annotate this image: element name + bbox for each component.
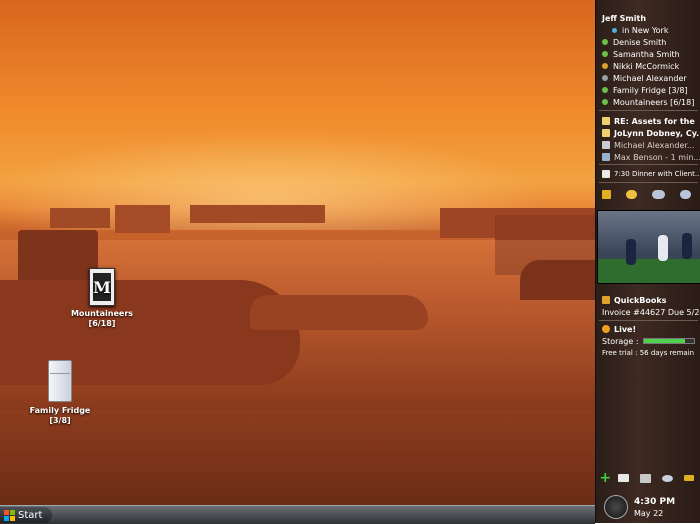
start-label: Start — [18, 510, 42, 521]
mail-item[interactable]: RE: Assets for the — [596, 115, 700, 127]
invoice-item[interactable]: Invoice #44627 Due 5/24 — [596, 306, 700, 318]
envelope-icon — [602, 117, 610, 125]
video-thumbnail[interactable] — [597, 210, 700, 284]
storage-row: Storage : — [596, 335, 700, 347]
add-icon[interactable]: + — [599, 471, 611, 485]
start-button[interactable]: Start — [0, 507, 52, 523]
fridge-icon — [48, 360, 72, 402]
contact-item[interactable]: Samantha Smith — [596, 48, 700, 60]
presence-icon — [602, 51, 608, 57]
divider — [599, 320, 698, 321]
group-chat-icon[interactable] — [652, 190, 665, 199]
presence-icon — [602, 99, 608, 105]
player-figure — [626, 239, 636, 265]
presence-icon — [602, 63, 608, 69]
football-field — [598, 259, 700, 283]
calendar-item[interactable]: 7:30 Dinner with Client... — [596, 168, 700, 180]
location-icon — [612, 28, 617, 33]
contacts-section: Jeff Smith in New York Denise Smith Sama… — [596, 12, 700, 108]
clock-icon — [604, 495, 628, 519]
distant-mesa — [190, 205, 325, 223]
mountaineers-icon: M — [89, 268, 115, 306]
player-figure — [682, 233, 692, 259]
clock-time: 4:30 PM — [634, 497, 675, 507]
mail-item[interactable]: JoLynn Dobney, Cy... — [596, 127, 700, 139]
calendar-icon — [602, 170, 610, 178]
contact-item[interactable]: Family Fridge [3/8] — [596, 84, 700, 96]
live-section: Live! Storage : Free trial : 56 days rem… — [596, 323, 700, 359]
key-icon[interactable] — [684, 475, 694, 481]
quickbooks-title[interactable]: QuickBooks — [596, 294, 700, 306]
windows-logo-icon — [4, 510, 15, 521]
desktop-icon-label: Family Fridge — [22, 406, 98, 416]
distant-mesa — [115, 205, 170, 233]
user-name[interactable]: Jeff Smith — [596, 12, 700, 24]
player-figure — [658, 235, 668, 261]
desktop-icon-label: Mountaineers — [64, 309, 140, 319]
chat-bubble-icon[interactable] — [626, 190, 637, 199]
storage-bar-fill — [644, 339, 685, 343]
desktop-icon-mountaineers[interactable]: M Mountaineers [6/18] — [64, 268, 140, 329]
presence-icon — [602, 87, 608, 93]
presence-icon — [602, 39, 608, 45]
desktop-icon-family-fridge[interactable]: Family Fridge [3/8] — [22, 360, 98, 426]
distant-mesa — [50, 208, 110, 228]
desktop-icon-sublabel: [3/8] — [22, 416, 98, 426]
presence-icon — [602, 75, 608, 81]
sidebar-toolbar: + — [596, 470, 700, 486]
quickbooks-icon — [602, 296, 610, 304]
divider — [599, 182, 698, 183]
live-icon — [602, 325, 610, 333]
contact-item[interactable]: Denise Smith — [596, 36, 700, 48]
conversation-icon[interactable] — [680, 190, 691, 199]
clock-date: May 22 — [634, 509, 663, 518]
calendar-section: 7:30 Dinner with Client... — [596, 168, 700, 180]
contact-item[interactable]: Michael Alexander — [596, 72, 700, 84]
right-shore — [520, 260, 595, 300]
letter-icon — [602, 141, 610, 149]
mail-section: RE: Assets for the JoLynn Dobney, Cy... … — [596, 115, 700, 163]
chat-icon — [602, 129, 610, 137]
taskbar: Start — [0, 505, 595, 524]
contact-item[interactable]: Nikki McCormick — [596, 60, 700, 72]
divider — [599, 110, 698, 111]
storage-bar — [643, 338, 695, 344]
eye-icon[interactable] — [662, 475, 673, 482]
live-title[interactable]: Live! — [596, 323, 700, 335]
sidebar: Jeff Smith in New York Denise Smith Sama… — [595, 0, 700, 523]
clock-widget[interactable]: 4:30 PM May 22 — [596, 491, 700, 521]
phone-icon — [602, 153, 610, 161]
divider — [599, 164, 698, 165]
contact-item[interactable]: Mountaineers [6/18] — [596, 96, 700, 108]
mail-icon[interactable] — [618, 474, 629, 482]
printer-icon[interactable] — [640, 474, 651, 483]
mail-item[interactable]: Michael Alexander... — [596, 139, 700, 151]
desktop: M Mountaineers [6/18] Family Fridge [3/8… — [0, 0, 595, 505]
user-status: in New York — [596, 24, 700, 36]
foreground-rock-spit — [250, 295, 428, 330]
desktop-icon-sublabel: [6/18] — [64, 319, 140, 329]
messenger-toolbar — [596, 186, 700, 202]
mail-item[interactable]: Max Benson - 1 min... — [596, 151, 700, 163]
trial-row: Free trial : 56 days remain — [596, 347, 700, 359]
pin-icon[interactable] — [602, 190, 611, 199]
quickbooks-section: QuickBooks Invoice #44627 Due 5/24 — [596, 294, 700, 318]
